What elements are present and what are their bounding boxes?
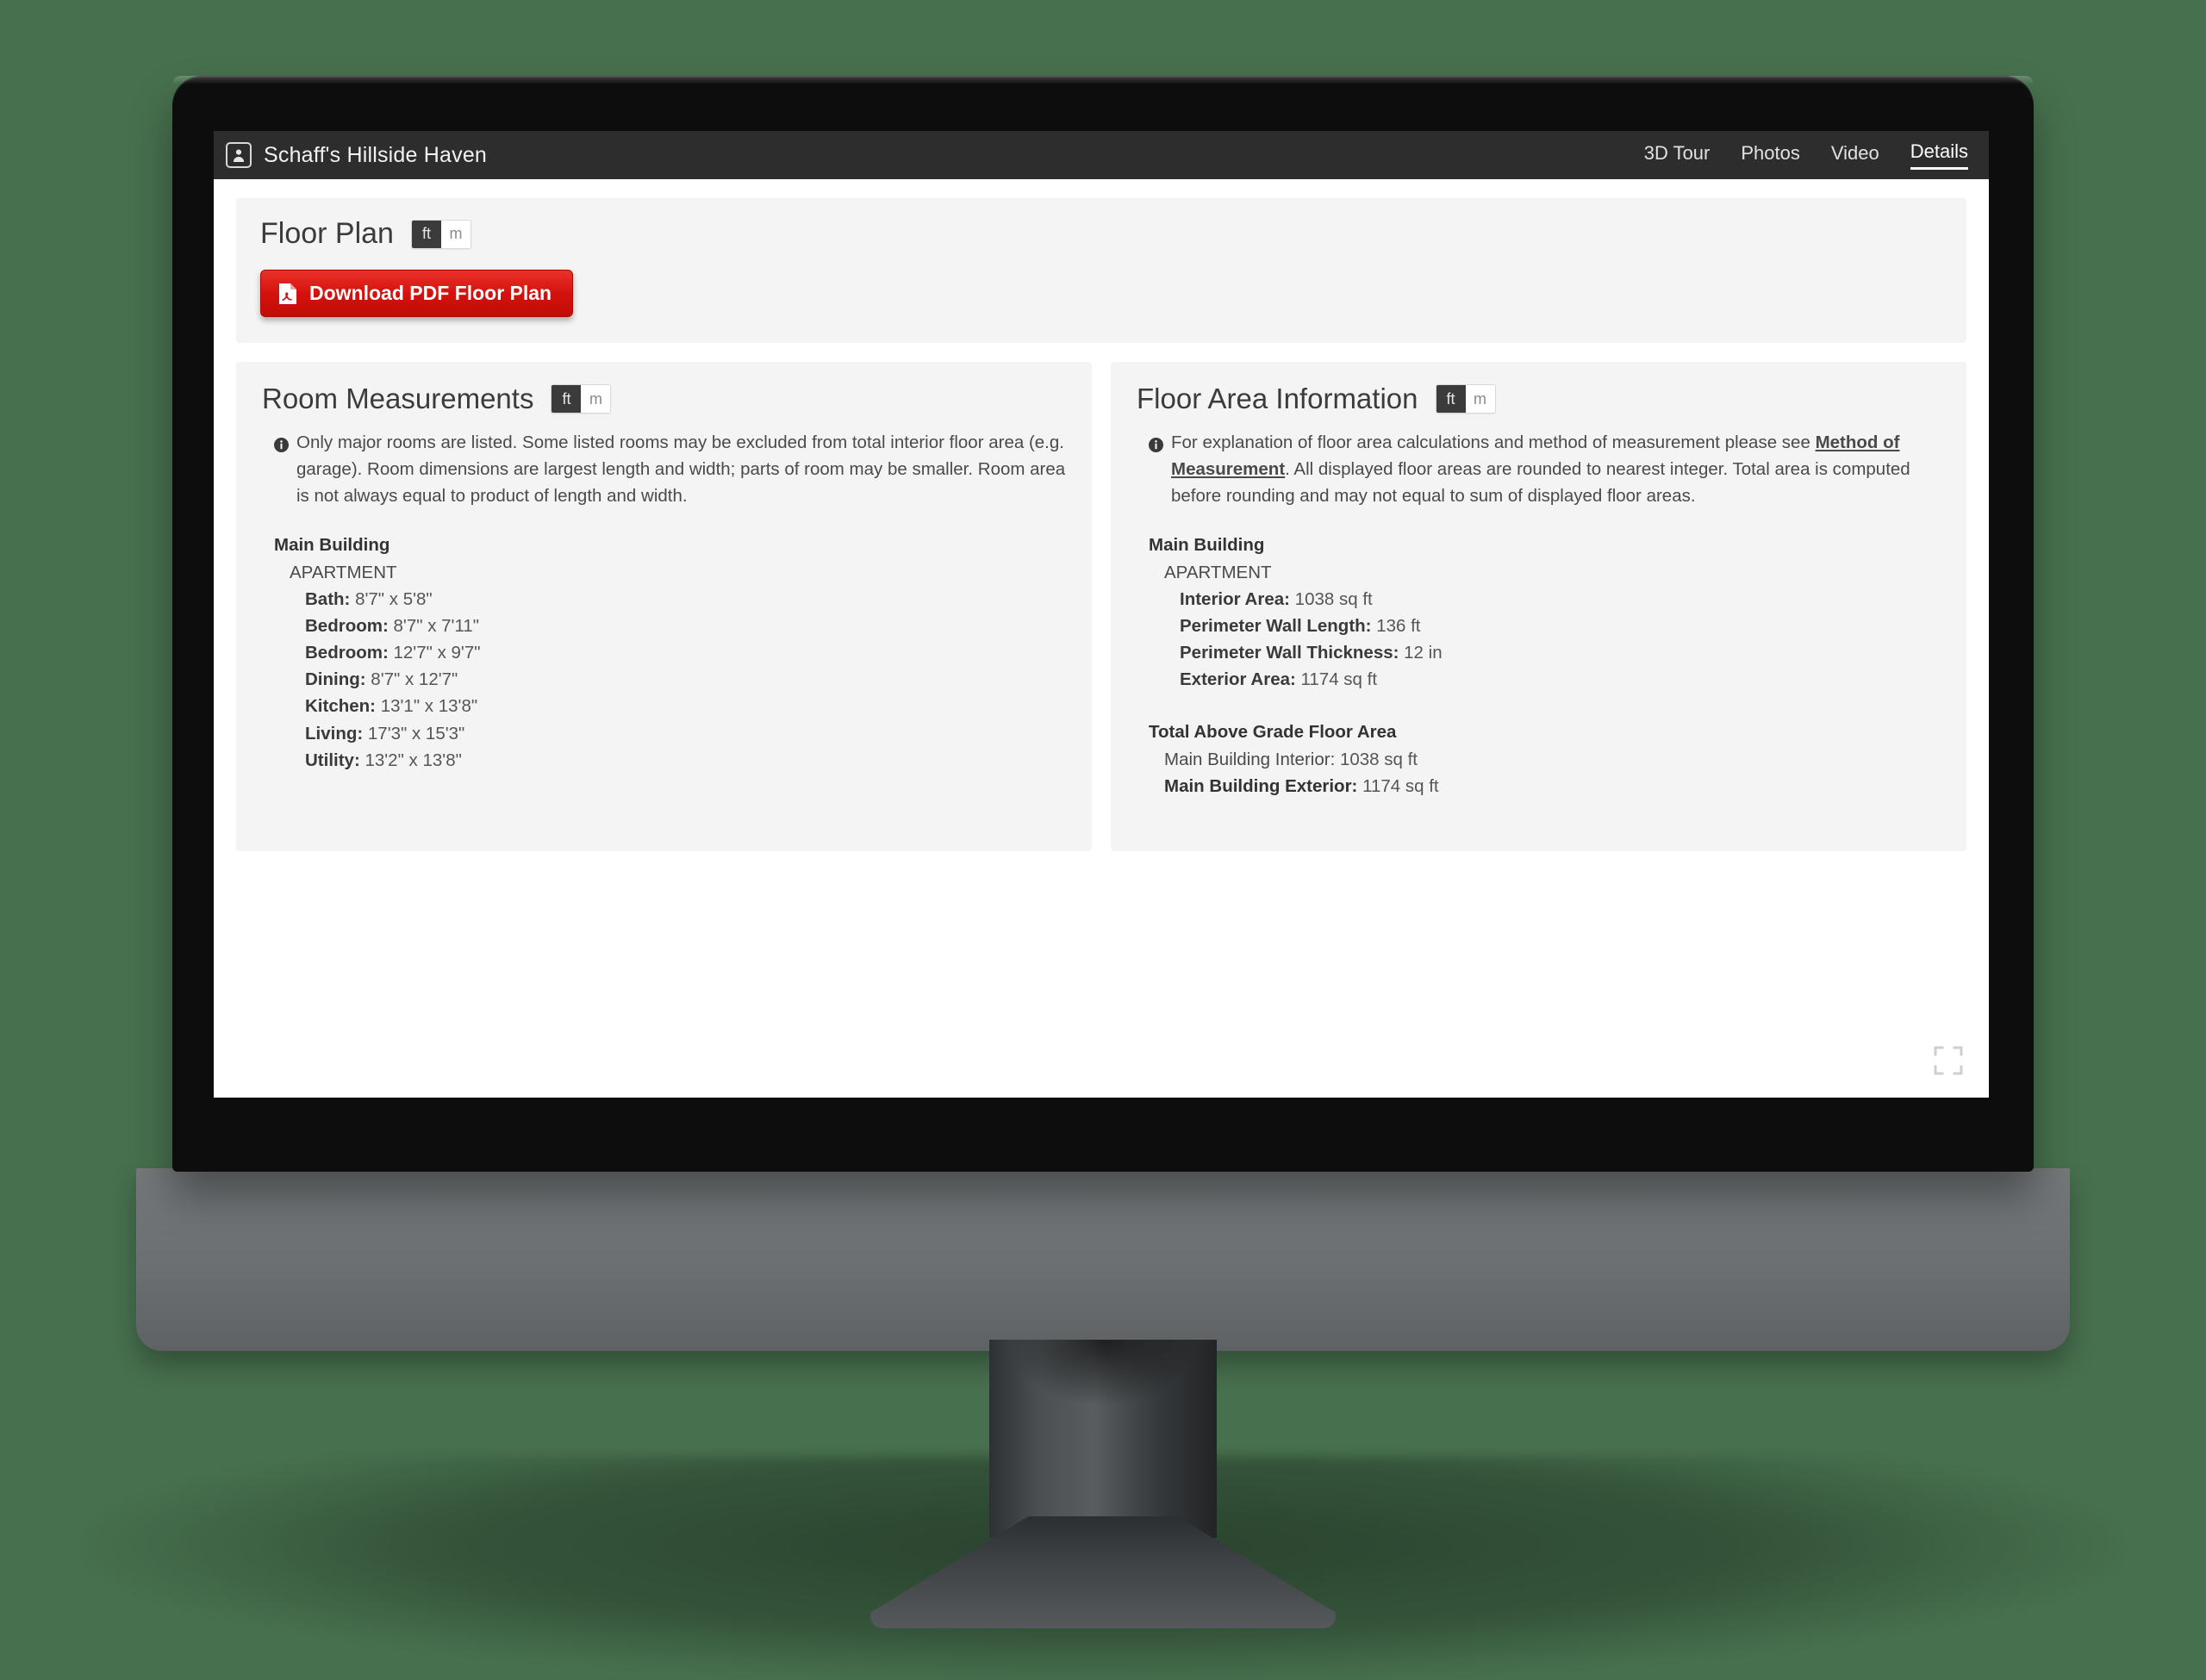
main-nav: 3D Tour Photos Video Details: [1644, 140, 1973, 170]
nav-item-details[interactable]: Details: [1910, 140, 1968, 170]
room-name: Living:: [305, 723, 368, 744]
floor-area-note-text: For explanation of floor area calculatio…: [1171, 429, 1941, 509]
details-content: Floor Plan ft m Download PDF Floor Plan …: [214, 179, 1989, 1098]
room-row: Bedroom: 8'7" x 7'11": [274, 613, 1066, 639]
floor-area-header: Floor Area Information ft m: [1137, 383, 1941, 415]
room-dimensions: 13'2" x 13'8": [365, 750, 462, 770]
floor-area-metric-list: Interior Area: 1038 sq ft Perimeter Wall …: [1149, 586, 1941, 694]
floor-area-note: For explanation of floor area calculatio…: [1137, 429, 1941, 509]
room-name: Bedroom:: [305, 615, 394, 636]
floor-area-data: Main Building APARTMENT Interior Area: 1…: [1137, 532, 1941, 799]
room-name: Bedroom:: [305, 643, 394, 663]
room-measurements-note-text: Only major rooms are listed. Some listed…: [296, 432, 1066, 507]
area-unit-label: APARTMENT: [1164, 562, 1272, 582]
room-building-label: Main Building: [274, 535, 390, 556]
room-measurements-title: Room Measurements: [262, 383, 534, 414]
property-title: Schaff's Hillside Haven: [264, 142, 488, 167]
download-pdf-label: Download PDF Floor Plan: [309, 282, 552, 304]
metric-name: Perimeter Wall Thickness:: [1180, 643, 1405, 663]
area-building-label: Main Building: [1149, 535, 1265, 556]
floor-area-title: Floor Area Information: [1137, 383, 1418, 414]
room-dimensions: 8'7" x 7'11": [393, 615, 480, 636]
room-dimensions: 12'7" x 9'7": [393, 643, 481, 663]
room-row: Bath: 8'7" x 5'8": [274, 586, 1066, 613]
room-name: Bath:: [305, 588, 356, 609]
floor-area-metric-row: Perimeter Wall Thickness: 12 in: [1149, 639, 1941, 666]
pdf-file-icon: [278, 283, 297, 305]
floor-plan-header: Floor Plan ft m: [260, 217, 1942, 251]
room-measurements-unit-m[interactable]: m: [581, 385, 611, 413]
download-pdf-floor-plan-button[interactable]: Download PDF Floor Plan: [260, 270, 574, 317]
room-name: Kitchen:: [305, 696, 381, 717]
room-measurements-unit-toggle[interactable]: ft m: [551, 384, 612, 414]
floor-area-unit-ft[interactable]: ft: [1436, 385, 1466, 413]
floor-area-panel: Floor Area Information ft m For explanat…: [1111, 362, 1966, 851]
floor-plan-panel: Floor Plan ft m Download PDF Floor Plan: [236, 198, 1966, 343]
room-list: Bath: 8'7" x 5'8" Bedroom: 8'7" x 7'11" Be…: [274, 586, 1066, 774]
floor-area-metric-row: Interior Area: 1038 sq ft: [1149, 586, 1941, 613]
room-measurements-panel: Room Measurements ft m Only major rooms …: [236, 362, 1092, 851]
floor-area-metric-row: Perimeter Wall Length: 136 ft: [1149, 613, 1941, 639]
monitor-mockup: Schaff's Hillside Haven 3D Tour Photos V…: [0, 0, 2206, 1680]
room-unit-label: APARTMENT: [290, 562, 397, 582]
floor-area-note-part1: For explanation of floor area calculatio…: [1171, 432, 1816, 452]
info-icon: [274, 433, 289, 509]
room-measurements-data: Main Building APARTMENT Bath: 8'7" x 5'8…: [262, 532, 1066, 773]
room-row: Living: 17'3" x 15'3": [274, 720, 1066, 747]
nav-item-3d-tour[interactable]: 3D Tour: [1644, 142, 1711, 169]
room-dimensions: 8'7" x 12'7": [371, 669, 458, 690]
metric-name: Perimeter Wall Length:: [1180, 615, 1377, 636]
metric-name: Exterior Area:: [1180, 669, 1301, 690]
floor-plan-unit-ft[interactable]: ft: [411, 220, 441, 248]
room-row: Bedroom: 12'7" x 9'7": [274, 639, 1066, 666]
floor-area-unit-m[interactable]: m: [1465, 385, 1495, 413]
total-row: Main Building Exterior: 1174 sq ft: [1149, 773, 1941, 800]
floor-area-metric-row: Exterior Area: 1174 sq ft: [1149, 666, 1941, 693]
person-avatar-icon: [226, 142, 252, 168]
bezel-highlight: [172, 76, 2034, 84]
metric-value: 12 in: [1404, 643, 1443, 663]
metric-value: 1038 sq ft: [1294, 588, 1373, 609]
brand-area: Schaff's Hillside Haven: [226, 142, 487, 168]
room-row: Kitchen: 13'1" x 13'8": [274, 693, 1066, 719]
total-value: 1038 sq ft: [1339, 749, 1418, 769]
floor-plan-title: Floor Plan: [260, 217, 394, 250]
nav-item-video[interactable]: Video: [1831, 142, 1879, 169]
floor-plan-unit-m[interactable]: m: [440, 220, 470, 248]
room-measurements-header: Room Measurements ft m: [262, 383, 1066, 415]
info-panel-row: Room Measurements ft m Only major rooms …: [236, 362, 1966, 851]
metric-value: 1174 sq ft: [1300, 669, 1378, 690]
room-name: Utility:: [305, 750, 365, 770]
room-dimensions: 13'1" x 13'8": [380, 696, 478, 717]
total-value: 1174 sq ft: [1362, 775, 1439, 796]
room-dimensions: 8'7" x 5'8": [355, 588, 433, 609]
room-measurements-unit-ft[interactable]: ft: [552, 385, 582, 413]
total-list: Main Building Interior: 1038 sq ft Main B…: [1149, 746, 1941, 800]
room-row: Dining: 8'7" x 12'7": [274, 666, 1066, 693]
total-row: Main Building Interior: 1038 sq ft: [1149, 746, 1941, 773]
room-row: Utility: 13'2" x 13'8": [274, 747, 1066, 774]
room-measurements-note: Only major rooms are listed. Some listed…: [262, 429, 1066, 509]
total-above-grade-heading: Total Above Grade Floor Area: [1149, 722, 1397, 743]
total-name: Main Building Interior:: [1164, 749, 1340, 769]
fullscreen-expand-icon[interactable]: [1932, 1044, 1965, 1077]
screen-viewport: Schaff's Hillside Haven 3D Tour Photos V…: [214, 131, 1989, 1098]
room-name: Dining:: [305, 669, 371, 690]
app-top-bar: Schaff's Hillside Haven 3D Tour Photos V…: [214, 131, 1989, 179]
floor-area-unit-toggle[interactable]: ft m: [1435, 384, 1496, 414]
info-icon: [1149, 433, 1163, 509]
room-dimensions: 17'3" x 15'3": [367, 723, 465, 744]
metric-value: 136 ft: [1376, 615, 1421, 636]
total-name: Main Building Exterior:: [1164, 775, 1363, 796]
nav-item-photos[interactable]: Photos: [1741, 142, 1800, 169]
monitor-stand-neck: [989, 1340, 1217, 1538]
floor-plan-unit-toggle[interactable]: ft m: [410, 219, 471, 249]
metric-name: Interior Area:: [1180, 588, 1295, 609]
monitor-chin: [136, 1168, 2070, 1351]
total-above-grade-block: Total Above Grade Floor Area Main Buildi…: [1149, 719, 1941, 799]
